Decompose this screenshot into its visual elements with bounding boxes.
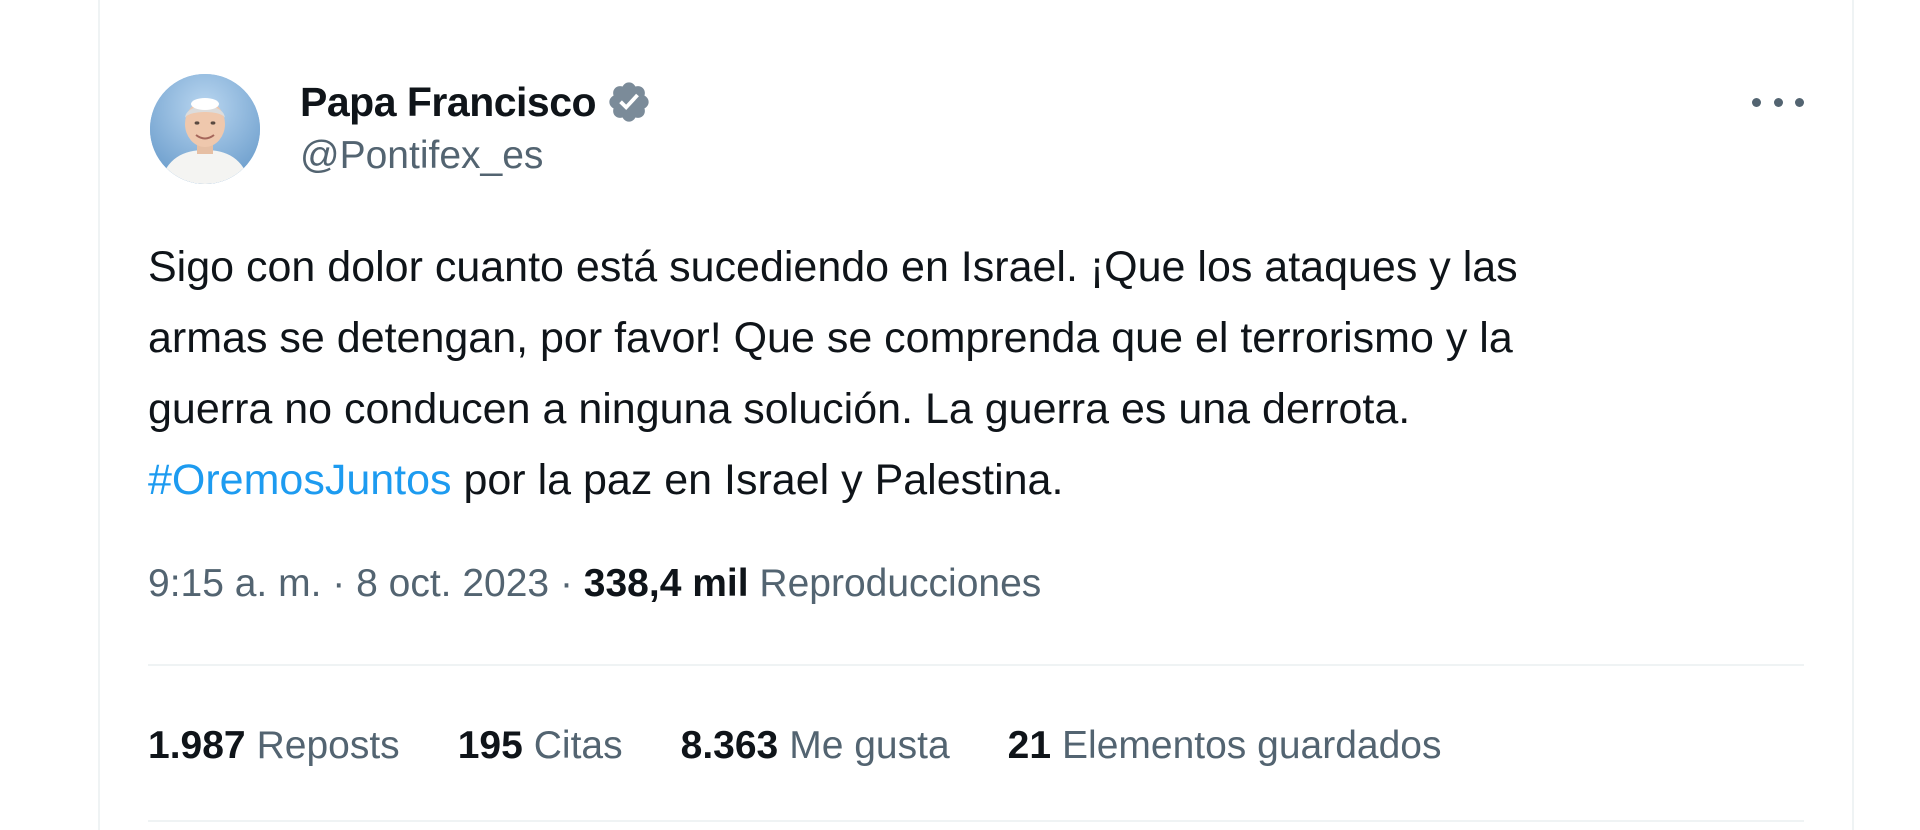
stat-label: Reposts <box>256 724 400 767</box>
tweet-text: Sigo con dolor cuanto está sucediendo en… <box>148 232 1808 516</box>
stat-bookmarks[interactable]: 21 Elementos guardados <box>1008 724 1442 768</box>
stat-quotes[interactable]: 195 Citas <box>458 724 623 768</box>
engagement-stats: 1.987 Reposts 195 Citas 8.363 Me gusta 2… <box>148 720 1499 772</box>
tweet-text-line-1: Sigo con dolor cuanto está sucediendo en… <box>148 243 1518 291</box>
meta-separator: · <box>332 562 346 605</box>
stat-label: Me gusta <box>789 724 950 767</box>
tweet-meta: 9:15 a. m. · 8 oct. 2023 · 338,4 mil Rep… <box>148 562 1041 606</box>
tweet-time[interactable]: 9:15 a. m. <box>148 562 321 605</box>
views-label: Reproducciones <box>759 562 1042 605</box>
divider <box>148 664 1804 666</box>
tweet-text-line-4: por la paz en Israel y Palestina. <box>451 456 1064 504</box>
author-name[interactable]: Papa Francisco <box>300 79 597 126</box>
hashtag-link[interactable]: #OremosJuntos <box>148 456 452 504</box>
tweet-text-line-2: armas se detengan, por favor! Que se com… <box>148 314 1513 362</box>
author-handle[interactable]: @Pontifex_es <box>300 134 543 178</box>
meta-separator: · <box>559 562 573 605</box>
more-options-icon[interactable] <box>1752 84 1804 120</box>
more-dot <box>1795 97 1804 107</box>
stat-reposts[interactable]: 1.987 Reposts <box>148 724 400 768</box>
views-count: 338,4 mil <box>583 562 749 605</box>
avatar[interactable] <box>150 74 260 184</box>
stat-count: 195 <box>457 724 523 767</box>
stat-label: Elementos guardados <box>1062 724 1442 767</box>
more-dot <box>1773 97 1783 107</box>
more-dot <box>1752 97 1761 107</box>
stat-count: 8.363 <box>680 724 779 767</box>
stat-likes[interactable]: 8.363 Me gusta <box>681 724 950 768</box>
stat-count: 21 <box>1007 724 1052 767</box>
avatar-portrait-image <box>150 74 260 184</box>
tweet-text-line-3: guerra no conducen a ninguna solución. L… <box>148 385 1411 433</box>
verified-badge-icon[interactable] <box>606 79 652 125</box>
stat-count: 1.987 <box>148 724 246 767</box>
divider <box>148 820 1804 822</box>
page: Papa Francisco @Pontifex_es Sigo con dol… <box>0 0 1920 830</box>
stat-label: Citas <box>533 724 623 767</box>
author-name-row[interactable]: Papa Francisco <box>300 76 652 128</box>
tweet-date[interactable]: 8 oct. 2023 <box>356 562 549 605</box>
